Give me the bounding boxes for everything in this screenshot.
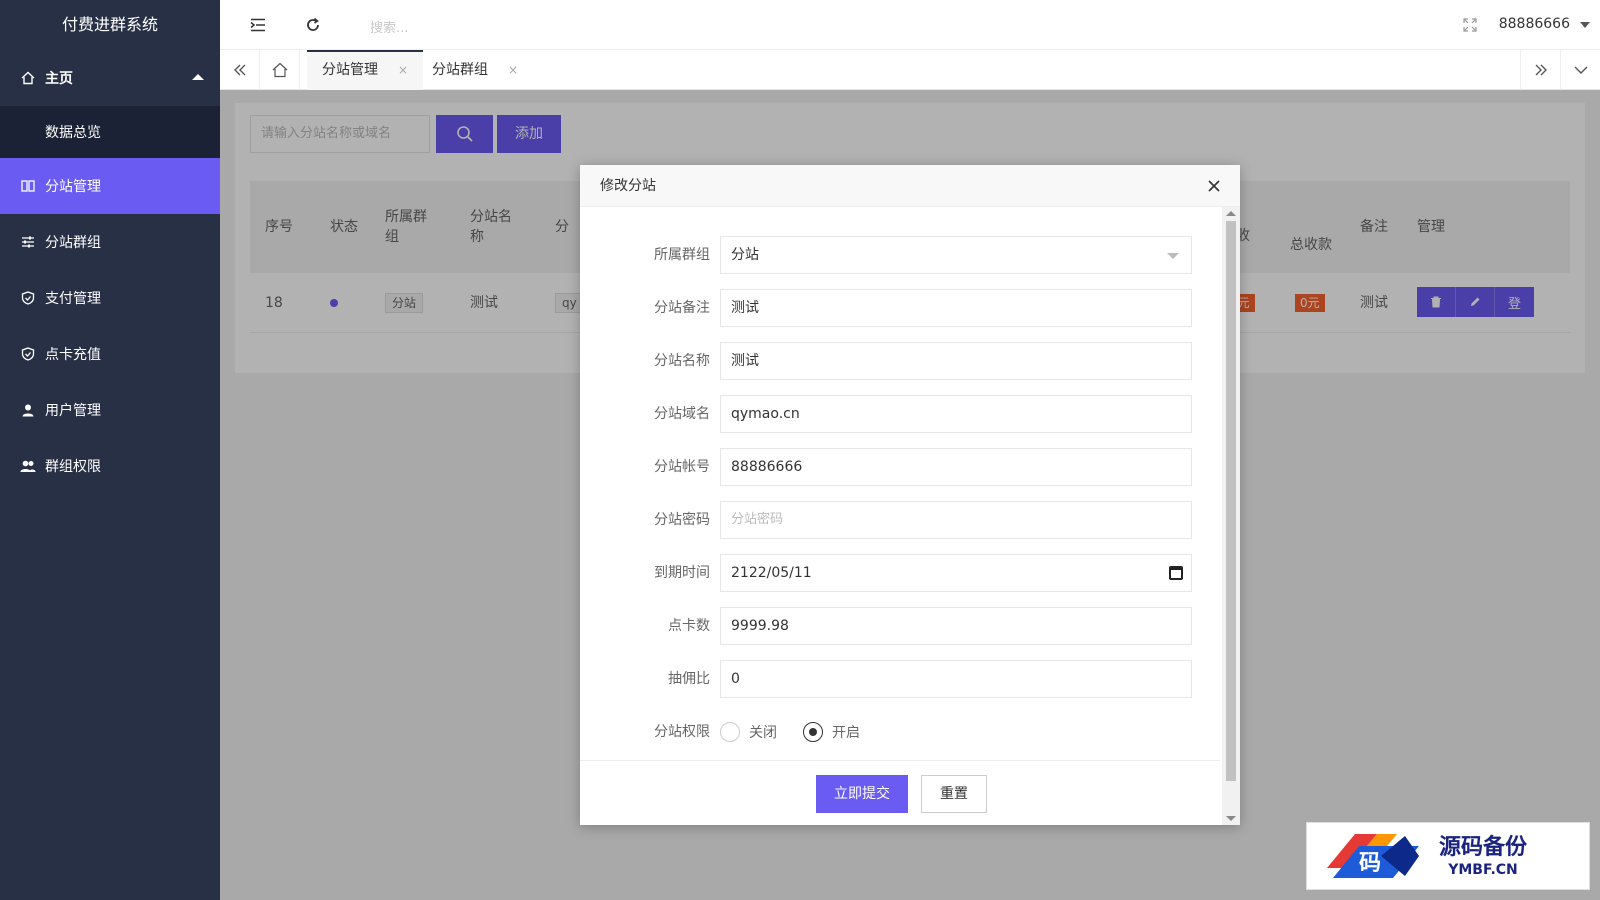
reset-button[interactable]: 重置: [921, 775, 987, 813]
tab-substation[interactable]: 分站管理 ×: [307, 50, 424, 90]
tab-prev-icon[interactable]: [220, 50, 260, 90]
watermark-text: 源码备份 YMBF.CN: [1439, 833, 1527, 879]
watermark-cn: 源码备份: [1439, 834, 1528, 860]
sidebar-item-label: 分站群组: [45, 235, 101, 251]
form-row-name: 分站名称 测试: [580, 342, 1220, 380]
sidebar-item-label: 用户管理: [45, 403, 101, 419]
field-label: 点卡数: [668, 618, 710, 634]
dialog-body: 所属群组 分站 分站备注 测试 分站名称 测试 分站域名 qymao.cn 分站…: [580, 207, 1220, 759]
permission-off-radio[interactable]: [720, 722, 740, 742]
columns-icon: [20, 178, 36, 194]
chevron-down-icon[interactable]: [1580, 22, 1590, 28]
sidebar-item-users[interactable]: 用户管理: [0, 382, 220, 438]
sidebar-item-label: 点卡充值: [45, 347, 101, 363]
menu-fold-icon[interactable]: [248, 15, 268, 35]
form-row-expire: 到期时间 2122/05/11: [580, 554, 1220, 592]
form-row-remark: 分站备注 测试: [580, 289, 1220, 327]
sidebar-item-group-permission[interactable]: 群组权限: [0, 438, 220, 494]
user-icon: [20, 402, 36, 418]
form-row-account: 分站帐号 88886666: [580, 448, 1220, 486]
scroll-up-icon[interactable]: [1226, 211, 1236, 216]
field-label: 抽佣比: [668, 671, 710, 687]
watermark-badge-text: 码: [1359, 850, 1381, 876]
sidebar-item-home[interactable]: 主页: [0, 50, 220, 106]
field-label: 所属群组: [654, 247, 710, 263]
scrollbar-thumb[interactable]: [1226, 221, 1236, 781]
permission-on-radio[interactable]: [803, 722, 823, 742]
calendar-icon[interactable]: [1169, 566, 1183, 580]
form-row-domain: 分站域名 qymao.cn: [580, 395, 1220, 433]
field-label: 到期时间: [654, 565, 710, 581]
home-icon: [20, 70, 36, 86]
sidebar-item-label: 支付管理: [45, 291, 101, 307]
group-select[interactable]: 分站: [720, 236, 1192, 274]
tab-bar: 分站管理 × 分站群组 ×: [220, 50, 1600, 90]
date-value: 2122/05/11: [731, 565, 812, 581]
field-label: 分站名称: [654, 353, 710, 369]
sidebar-item-label: 分站管理: [45, 179, 101, 195]
commission-input[interactable]: 0: [720, 660, 1192, 698]
close-icon[interactable]: ×: [398, 63, 408, 77]
shield-icon: [20, 290, 36, 306]
scroll-down-icon[interactable]: [1226, 816, 1236, 821]
submit-button[interactable]: 立即提交: [816, 775, 908, 813]
form-row-password: 分站密码 分站密码: [580, 501, 1220, 539]
dialog-footer: 立即提交 重置: [580, 760, 1220, 825]
field-label: 分站备注: [654, 300, 710, 316]
field-label: 分站密码: [654, 512, 710, 528]
fullscreen-icon[interactable]: [1460, 15, 1480, 35]
field-label: 分站权限: [654, 724, 710, 740]
sidebar-item-payment[interactable]: 支付管理: [0, 270, 220, 326]
radio-label[interactable]: 开启: [832, 722, 860, 742]
close-icon[interactable]: ×: [508, 63, 518, 77]
tab-menu-icon[interactable]: [1560, 50, 1600, 90]
dialog-scrollbar[interactable]: [1222, 207, 1240, 825]
sidebar-item-substation[interactable]: 分站管理: [0, 158, 220, 214]
points-input[interactable]: 9999.98: [720, 607, 1192, 645]
watermark-en: YMBF.CN: [1448, 862, 1518, 878]
tab-substation-group[interactable]: 分站群组 ×: [417, 50, 533, 90]
sidebar-item-label: 主页: [45, 71, 73, 87]
header-search-input[interactable]: 搜索...: [370, 17, 408, 36]
caret-up-icon: [192, 74, 204, 80]
select-value: 分站: [731, 247, 759, 263]
form-row-commission: 抽佣比 0: [580, 660, 1220, 698]
domain-input[interactable]: qymao.cn: [720, 395, 1192, 433]
sidebar: 付费进群系统 主页 数据总览 分站管理 分站群组 支付管理 点卡充值 用户管理 …: [0, 0, 220, 900]
password-input[interactable]: 分站密码: [720, 501, 1192, 539]
home-icon[interactable]: [260, 50, 300, 90]
users-icon: [20, 458, 36, 474]
field-label: 分站域名: [654, 406, 710, 422]
field-label: 分站帐号: [654, 459, 710, 475]
watermark-badge: 码: [1319, 828, 1423, 884]
chevron-down-icon: [1167, 253, 1179, 259]
edit-substation-dialog: 修改分站 所属群组 分站 分站备注 测试 分站名称 测试 分站域名 qymao.…: [580, 165, 1240, 825]
shield-icon: [20, 346, 36, 362]
expire-date-input[interactable]: 2122/05/11: [720, 554, 1192, 592]
radio-label[interactable]: 关闭: [749, 722, 777, 742]
dialog-title: 修改分站: [580, 165, 1240, 207]
remark-input[interactable]: 测试: [720, 289, 1192, 327]
watermark-logo: 码 源码备份 YMBF.CN: [1306, 822, 1590, 890]
form-row-group: 所属群组 分站: [580, 236, 1220, 274]
refresh-icon[interactable]: [303, 15, 323, 35]
form-row-points: 点卡数 9999.98: [580, 607, 1220, 645]
permission-radio-group: 关闭 开启: [720, 713, 886, 751]
tab-label: 分站群组: [432, 62, 488, 78]
top-header: 搜索... 88886666: [220, 0, 1600, 50]
user-menu[interactable]: 88886666: [1499, 16, 1570, 32]
name-input[interactable]: 测试: [720, 342, 1192, 380]
sidebar-item-substation-group[interactable]: 分站群组: [0, 214, 220, 270]
form-row-permission: 分站权限 关闭 开启: [580, 713, 1220, 751]
sidebar-item-label: 群组权限: [45, 459, 101, 475]
app-title: 付费进群系统: [61, 15, 158, 34]
account-input[interactable]: 88886666: [720, 448, 1192, 486]
tab-next-icon[interactable]: [1520, 50, 1560, 90]
close-icon[interactable]: [1204, 176, 1224, 196]
sidebar-item-recharge[interactable]: 点卡充值: [0, 326, 220, 382]
sliders-icon: [20, 234, 36, 250]
tab-label: 分站管理: [322, 62, 378, 78]
sidebar-item-dashboard[interactable]: 数据总览: [0, 106, 220, 158]
